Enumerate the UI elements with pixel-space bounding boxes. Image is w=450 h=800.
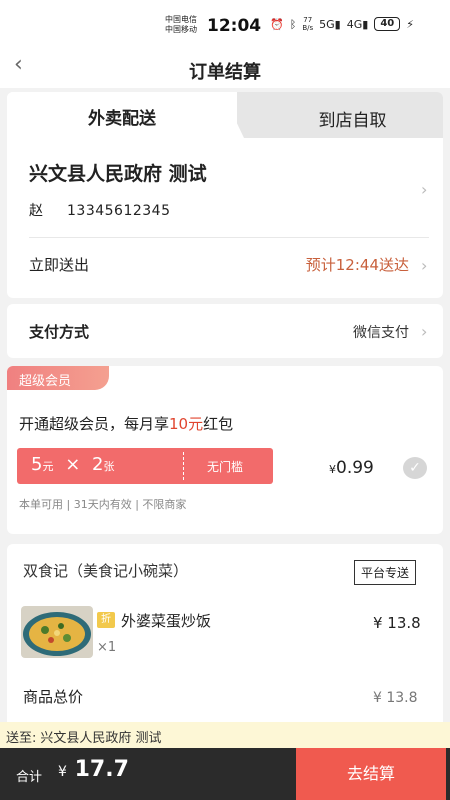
network-speed: 77 B/s bbox=[302, 16, 313, 32]
checkout-bar: 合计 ¥ 17.7 去结算 bbox=[0, 748, 450, 800]
delivery-address-strip: 送至: 兴文县人民政府 测试 bbox=[0, 722, 450, 748]
coupon-separator bbox=[183, 452, 184, 480]
payment-method[interactable]: 微信支付 bbox=[353, 322, 409, 342]
vip-price-value: 0.99 bbox=[336, 458, 374, 478]
system-icons: ⏰ ᛒ 77 B/s 5G▮ 4G▮ 40 ⚡ bbox=[270, 16, 414, 32]
network-speed-unit: B/s bbox=[302, 24, 314, 32]
vip-badge: 超级会员 bbox=[7, 366, 109, 390]
page-title: 订单结算 bbox=[189, 62, 261, 83]
vip-title-prefix: 开通超级会员，每月享 bbox=[19, 415, 170, 433]
shop-name: 双食记（美食记小碗菜） bbox=[23, 562, 189, 580]
food-item-quantity: ×1 bbox=[97, 640, 117, 655]
delivery-tabs: 到店自取 外卖配送 bbox=[7, 92, 443, 138]
shop-card: 双食记（美食记小碗菜） 平台专送 折 外婆菜蛋炒饭 ¥ 13.8 ×1 商品总价… bbox=[7, 544, 443, 744]
address-strip-value: 兴文县人民政府 测试 bbox=[40, 731, 162, 746]
food-item-name: 外婆菜蛋炒饭 bbox=[121, 612, 212, 630]
nav-bar: ‹ 订单结算 bbox=[0, 40, 450, 88]
vip-check-icon[interactable]: ✓ bbox=[403, 457, 427, 479]
food-image bbox=[21, 606, 93, 658]
vip-title-suffix: 红包 bbox=[203, 415, 234, 433]
platform-delivery-badge: 平台专送 bbox=[354, 560, 417, 585]
food-item-price: ¥ 13.8 bbox=[373, 614, 421, 632]
send-time-label: 立即送出 bbox=[29, 256, 90, 274]
tab-delivery[interactable]: 外卖配送 bbox=[7, 92, 237, 138]
payment-label: 支付方式 bbox=[29, 323, 90, 341]
vip-price: ¥0.99 bbox=[329, 458, 374, 478]
total-currency: ¥ bbox=[58, 764, 67, 780]
delivery-eta[interactable]: 预计12:44送达 bbox=[306, 254, 409, 275]
vip-price-symbol: ¥ bbox=[329, 463, 336, 476]
contact-info[interactable]: 赵 13345612345 bbox=[29, 200, 170, 220]
total-label: 合计 bbox=[16, 770, 43, 785]
vip-note: 本单可用 | 31天内有效 | 不限商家 bbox=[19, 498, 187, 511]
eta-chevron-icon[interactable]: › bbox=[421, 256, 427, 275]
carrier-2: 中国移动 bbox=[165, 25, 197, 34]
contact-phone: 13345612345 bbox=[67, 203, 171, 219]
tab-pickup[interactable]: 到店自取 bbox=[222, 92, 443, 138]
divider bbox=[29, 237, 429, 238]
vip-coupon: 5元 × 2张 无门槛 bbox=[17, 448, 273, 484]
vip-title: 开通超级会员，每月享10元红包 bbox=[19, 413, 233, 434]
charging-icon: ⚡ bbox=[406, 17, 414, 31]
address-strip-label: 送至: bbox=[6, 731, 37, 746]
delivery-card: 到店自取 外卖配送 兴文县人民政府 测试 赵 13345612345 › 立即送出… bbox=[7, 92, 443, 298]
checkout-button[interactable]: 去结算 bbox=[296, 748, 446, 800]
payment-chevron-icon[interactable]: › bbox=[421, 322, 427, 341]
discount-tag: 折 bbox=[97, 612, 115, 628]
coupon-amount-value: 5 bbox=[31, 454, 43, 475]
payment-card[interactable]: 支付方式 微信支付 › bbox=[7, 304, 443, 358]
subtotal-label: 商品总价 bbox=[23, 688, 84, 706]
total-amount: ¥ 17.7 bbox=[58, 757, 129, 782]
network-speed-value: 77 bbox=[303, 16, 313, 24]
signal-5g-icon: 5G▮ bbox=[319, 17, 341, 31]
coupon-times: × bbox=[65, 454, 81, 475]
bluetooth-icon: ᛒ bbox=[289, 17, 297, 31]
status-bar: 中国电信 中国移动 12:04 ⏰ ᛒ 77 B/s 5G▮ 4G▮ 40 ⚡ bbox=[0, 0, 450, 40]
signal-5g-label: 5G bbox=[319, 17, 335, 31]
coupon-amount: 5元 × 2张 bbox=[31, 454, 114, 475]
coupon-count-unit: 张 bbox=[103, 460, 115, 473]
battery-icon: 40 bbox=[374, 17, 401, 31]
total-amount-value: 17.7 bbox=[74, 757, 129, 782]
coupon-tag: 无门槛 bbox=[207, 460, 244, 474]
signal-4g-label: 4G bbox=[346, 17, 363, 31]
vip-card: 超级会员 开通超级会员，每月享10元红包 5元 × 2张 无门槛 ¥0.99 ✓… bbox=[7, 366, 443, 534]
subtotal-value: ¥ 13.8 bbox=[373, 690, 418, 706]
carrier-info: 中国电信 中国移动 bbox=[165, 15, 197, 35]
address-title[interactable]: 兴文县人民政府 测试 bbox=[29, 159, 207, 186]
alarm-icon: ⏰ bbox=[270, 17, 284, 31]
address-chevron-icon[interactable]: › bbox=[421, 180, 427, 199]
vip-title-highlight: 10元 bbox=[169, 415, 204, 433]
carrier-1: 中国电信 bbox=[165, 15, 197, 24]
coupon-count-value: 2 bbox=[92, 454, 104, 475]
status-time: 12:04 bbox=[207, 16, 262, 36]
signal-4g-icon: 4G▮ bbox=[346, 17, 369, 31]
contact-name: 赵 bbox=[29, 203, 43, 219]
coupon-amount-unit: 元 bbox=[42, 460, 54, 473]
